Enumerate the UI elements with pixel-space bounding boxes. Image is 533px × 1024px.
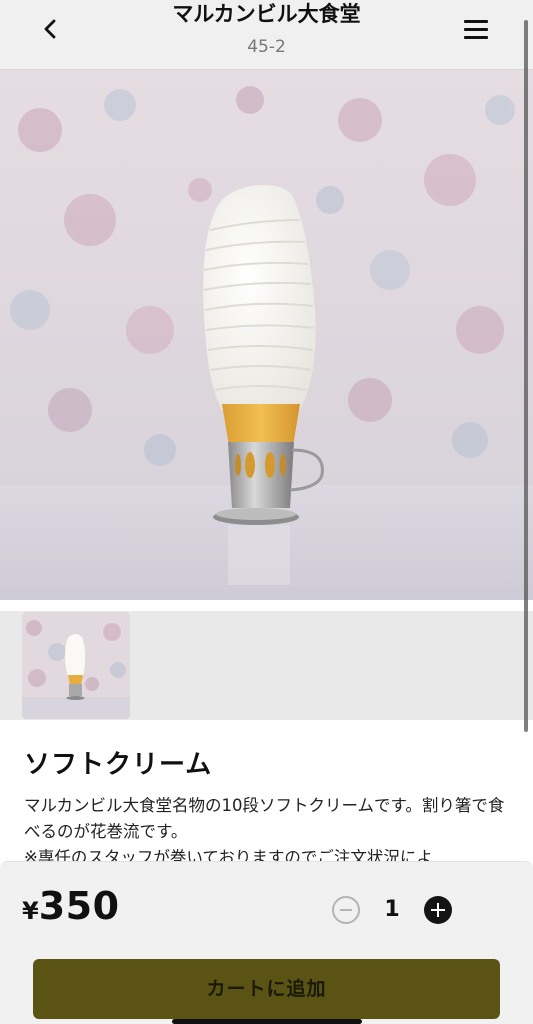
add-to-cart-button[interactable]: カートに追加: [33, 959, 500, 1019]
product-thumbnail[interactable]: [22, 612, 130, 719]
scrollbar[interactable]: [524, 20, 528, 732]
product-name: ソフトクリーム: [24, 750, 213, 780]
menu-button[interactable]: [458, 14, 494, 44]
page-subtitle: 45-2: [247, 37, 286, 57]
thumbnail-strip-divider: [0, 600, 533, 611]
product-detail-page: マルカンビル大食堂 45-2 ソフトクリーム マルカンビル大食堂名物の10段ソフ…: [0, 0, 533, 1024]
top-nav-bar: マルカンビル大食堂 45-2: [0, 0, 533, 70]
hamburger-menu-icon: [464, 28, 488, 31]
price: ¥350: [22, 884, 120, 928]
hamburger-menu-icon: [464, 20, 488, 23]
price-currency: ¥: [22, 897, 39, 925]
page-title: マルカンビル大食堂: [172, 2, 361, 26]
quantity-decrease-button[interactable]: [332, 896, 360, 924]
hamburger-menu-icon: [464, 36, 488, 39]
product-image: [0, 70, 533, 600]
price-amount: 350: [38, 884, 120, 928]
quantity-increase-button[interactable]: [424, 896, 452, 924]
home-indicator: [172, 1019, 362, 1024]
product-description: マルカンビル大食堂名物の10段ソフトクリームです。割り箸で食べるのが花巻流です。…: [24, 796, 505, 861]
quantity-value: 1: [384, 897, 400, 922]
